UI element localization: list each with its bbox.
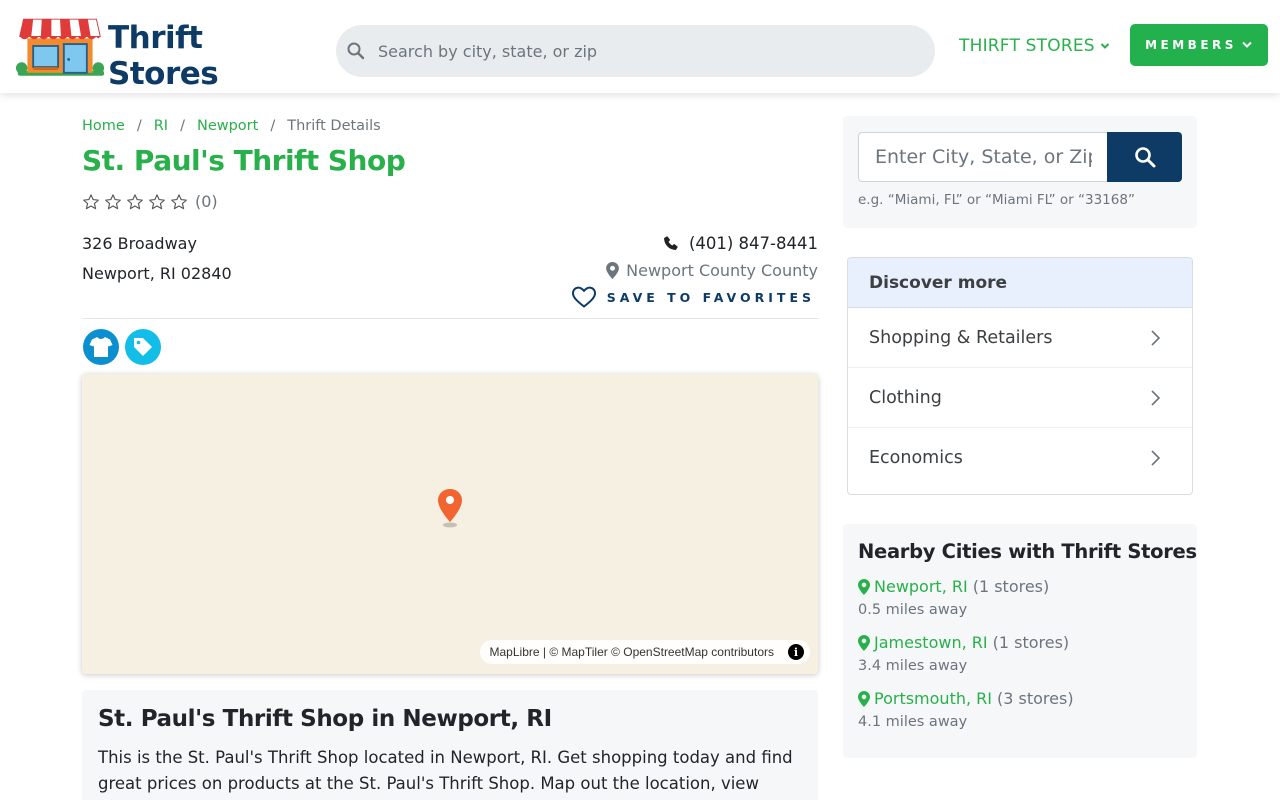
phone-link[interactable]: (401) 847-8441: [662, 234, 818, 253]
heart-outline-icon: [571, 286, 596, 308]
breadcrumb-separator: /: [136, 118, 142, 134]
discover-item-label: Clothing: [869, 387, 942, 408]
nearby-city-distance: 4.1 miles away: [858, 714, 968, 730]
save-to-favorites-label: SAVE TO FAVORITES: [606, 289, 815, 305]
chevron-right-icon: [1151, 450, 1161, 466]
breadcrumb-state[interactable]: RI: [154, 118, 168, 134]
nearby-city-count: (1 stores): [992, 633, 1070, 652]
map-marker-icon: [858, 578, 870, 595]
nearby-city-distance: 0.5 miles away: [858, 602, 968, 618]
nearby-cities-panel: Nearby Cities with Thrift Stores Newport…: [843, 524, 1197, 758]
site-logo[interactable]: Thrift Stores: [14, 14, 314, 92]
discover-item-economics[interactable]: Economics: [848, 428, 1192, 488]
members-label: MEMBERS: [1145, 38, 1237, 52]
tag-icon: [134, 338, 152, 356]
map-marker-icon: [606, 262, 620, 279]
nearby-city-count: (3 stores): [997, 689, 1074, 708]
about-text: This is the St. Paul's Thrift Shop locat…: [98, 748, 793, 793]
nearby-city-count: (1 stores): [972, 577, 1050, 596]
nearby-city-link[interactable]: Newport, RI: [874, 577, 968, 596]
sidebar-search: e.g. “Miami, FL” or “Miami FL” or “33168…: [843, 116, 1197, 228]
sidebar-search-hint: e.g. “Miami, FL” or “Miami FL” or “33168…: [858, 192, 1135, 208]
clothing-category-badge[interactable]: [83, 329, 119, 365]
breadcrumb-city[interactable]: Newport: [197, 118, 258, 134]
star-outline-icon: [83, 193, 99, 209]
discover-item-clothing[interactable]: Clothing: [848, 368, 1192, 428]
chevron-right-icon: [1151, 329, 1161, 346]
breadcrumb-separator: /: [270, 118, 276, 134]
star-rating[interactable]: (0): [82, 192, 218, 211]
category-icons: [83, 329, 161, 365]
members-button[interactable]: MEMBERS: [1130, 24, 1268, 66]
star-outline-icon: [149, 193, 165, 209]
phone-number: (401) 847-8441: [688, 234, 818, 253]
storefront-icon: [15, 18, 105, 76]
about-section: St. Paul's Thrift Shop in Newport, RI Th…: [82, 690, 818, 800]
discover-item-label: Shopping & Retailers: [869, 327, 1053, 348]
nearby-cities-title: Nearby Cities with Thrift Stores: [858, 540, 1197, 563]
nearby-city-distance: 3.4 miles away: [858, 658, 968, 674]
site-logo-text: Thrift Stores: [108, 20, 219, 92]
nav-thrift-stores-dropdown[interactable]: THIRFT STORES: [959, 36, 1110, 56]
price-tag-category-badge[interactable]: [125, 329, 161, 365]
sidebar-search-input[interactable]: [858, 132, 1108, 182]
nav-thrift-stores-label: THIRFT STORES: [959, 36, 1095, 56]
nearby-city-item: Newport, RI (1 stores) 0.5 miles away: [858, 577, 1049, 618]
chevron-down-icon: [1100, 43, 1109, 49]
save-to-favorites-button[interactable]: SAVE TO FAVORITES: [571, 285, 815, 309]
header-search: [336, 25, 935, 77]
discover-more-panel: Discover more Shopping & Retailers Cloth…: [847, 257, 1193, 495]
rating-count: (0): [195, 192, 218, 211]
map-marker-icon: [858, 634, 870, 651]
breadcrumb-home[interactable]: Home: [82, 118, 125, 134]
info-icon[interactable]: i: [788, 644, 804, 660]
star-outline-icon: [127, 193, 143, 209]
map-attribution: MapLibre | © MapTiler © OpenStreetMap co…: [479, 640, 810, 664]
star-outline-icon: [105, 193, 121, 209]
address-line-2: Newport, RI 02840: [82, 264, 232, 283]
discover-item-label: Economics: [869, 448, 963, 468]
chevron-right-icon: [1151, 389, 1161, 406]
nearby-city-item: Jamestown, RI (1 stores) 3.4 miles away: [858, 633, 1069, 674]
discover-more-title: Discover more: [848, 258, 1192, 308]
nearby-city-link[interactable]: Portsmouth, RI: [874, 689, 992, 708]
county-name: Newport County County: [626, 261, 818, 280]
page-title: St. Paul's Thrift Shop: [82, 144, 406, 177]
chevron-down-icon: [1242, 41, 1252, 48]
site-header: Thrift Stores THIRFT STORES MEMBERS: [0, 0, 1280, 93]
tshirt-icon: [89, 337, 113, 357]
divider: [82, 318, 819, 319]
star-outline-icon: [171, 193, 187, 209]
discover-item-shopping[interactable]: Shopping & Retailers: [848, 308, 1192, 368]
nearby-city-link[interactable]: Jamestown, RI: [874, 633, 988, 652]
about-title: St. Paul's Thrift Shop in Newport, RI: [98, 706, 552, 732]
county-info: Newport County County: [606, 261, 818, 280]
nearby-city-item: Portsmouth, RI (3 stores) 4.1 miles away: [858, 689, 1074, 730]
breadcrumb-current: Thrift Details: [287, 118, 381, 134]
phone-icon: [663, 236, 678, 250]
header-search-input[interactable]: [378, 41, 898, 61]
breadcrumb: Home / RI / Newport / Thrift Details: [82, 118, 381, 134]
search-icon: [1134, 147, 1155, 168]
map-attribution-text: MapLibre | © MapTiler © OpenStreetMap co…: [489, 645, 774, 659]
breadcrumb-separator: /: [180, 118, 185, 134]
map-pin-icon[interactable]: [436, 488, 464, 528]
sidebar-search-button[interactable]: [1107, 132, 1182, 182]
search-icon: [347, 42, 365, 60]
address-line-1: 326 Broadway: [82, 234, 197, 253]
map-marker-icon: [858, 690, 870, 707]
store-map[interactable]: MapLibre | © MapTiler © OpenStreetMap co…: [82, 374, 818, 674]
